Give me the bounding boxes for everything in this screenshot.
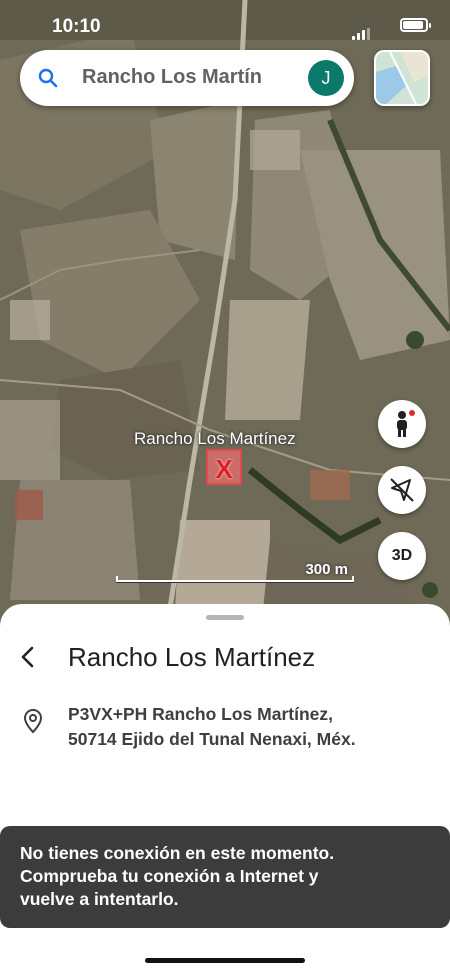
battery-icon <box>400 18 431 32</box>
snackbar-line-2: Comprueba tu conexión a Internet y <box>20 866 319 886</box>
street-view-button[interactable] <box>378 400 426 448</box>
place-address[interactable]: P3VX+PH Rancho Los Martínez, 50714 Ejido… <box>68 702 356 752</box>
home-indicator[interactable] <box>145 958 305 963</box>
search-bar[interactable]: Rancho Los Martín J <box>20 50 354 106</box>
signal-icon <box>352 22 372 40</box>
location-pin-icon <box>23 708 43 734</box>
pegman-icon <box>397 410 415 437</box>
search-icon <box>38 68 58 88</box>
snackbar-line-3: vuelve a intentarlo. <box>20 889 179 909</box>
scale-bar <box>116 576 354 582</box>
map-place-label[interactable]: Rancho Los Martínez <box>134 429 296 449</box>
place-title: Rancho Los Martínez <box>68 642 316 672</box>
address-line-2: 50714 Ejido del Tunal Nenaxi, Méx. <box>68 729 356 749</box>
status-bar: 10:10 <box>0 0 450 50</box>
location-button[interactable] <box>378 466 426 514</box>
layers-icon <box>376 52 428 104</box>
status-time: 10:10 <box>52 16 101 37</box>
3d-toggle-button[interactable]: 3D <box>378 532 426 580</box>
address-line-1: P3VX+PH Rancho Los Martínez, <box>68 704 333 724</box>
offline-snackbar: No tienes conexión en este momento. Comp… <box>0 826 450 928</box>
layers-button[interactable] <box>374 50 430 106</box>
marker-symbol: X <box>215 454 233 484</box>
avatar[interactable]: J <box>308 60 344 96</box>
snackbar-line-1: No tienes conexión en este momento. <box>20 843 335 863</box>
search-input[interactable]: Rancho Los Martín <box>82 66 310 89</box>
back-icon[interactable] <box>16 642 44 672</box>
map-scale: 300 m <box>116 561 354 582</box>
compass-icon <box>390 478 414 502</box>
sheet-drag-handle[interactable] <box>206 615 244 620</box>
map-pin-marker[interactable]: X <box>206 449 242 485</box>
